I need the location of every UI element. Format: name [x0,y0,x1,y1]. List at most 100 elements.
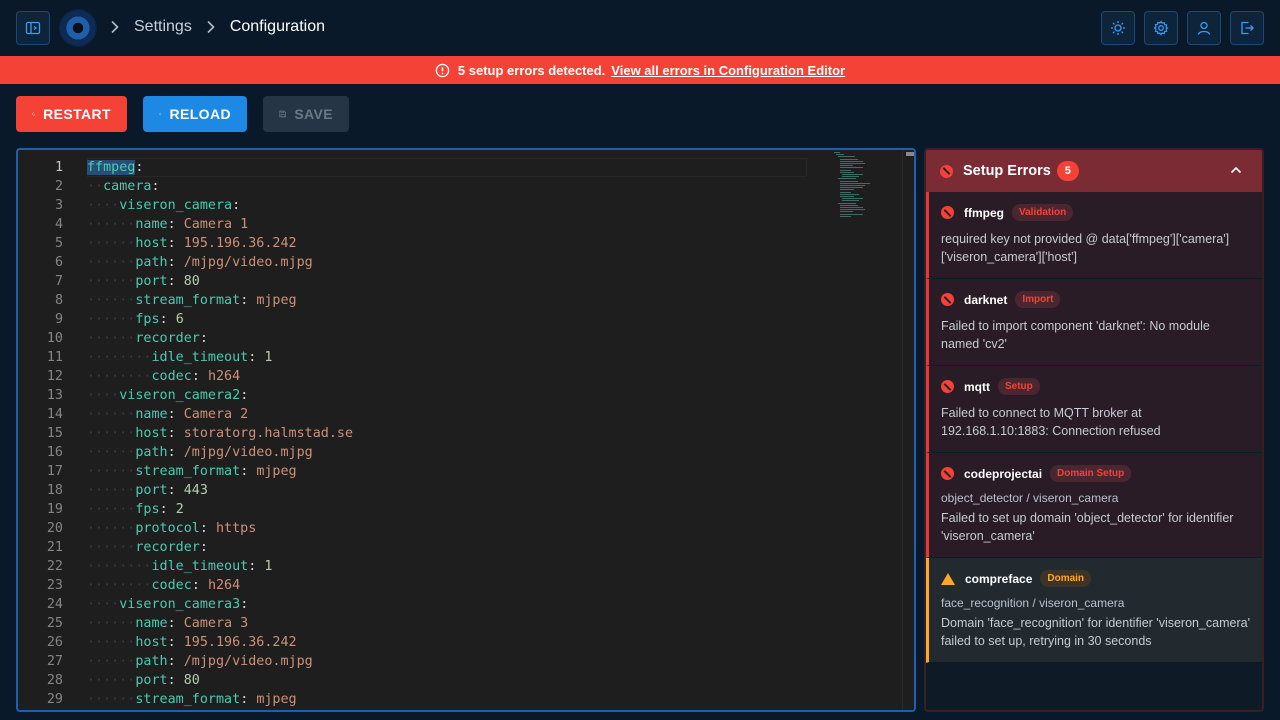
yaml-key: stream_format [135,692,241,707]
code-line[interactable]: 24 ····viseron_camera3: [18,595,902,614]
reload-button[interactable]: RELOAD [143,96,247,132]
code-line[interactable]: 22 ········idle_timeout: 1 [18,557,902,576]
code-line[interactable]: 20 ······protocol: https [18,519,902,538]
code-text: ······path: /mjpg/video.mjpg [87,253,313,272]
editor-scrollbar[interactable] [902,150,914,710]
yaml-editor[interactable]: 1 ffmpeg: 2 ··camera: 3 ····viseron_camera: 4 ·… [16,148,916,712]
code-line[interactable]: 21 ······recorder: [18,538,902,557]
error-item[interactable]: ffmpeg Validation required key not provide… [926,192,1262,279]
code-line[interactable]: 16 ······path: /mjpg/video.mjpg [18,443,902,462]
code-line[interactable]: 18 ······port: 443 [18,481,902,500]
code-line[interactable]: 15 ······host: storatorg.halmstad.se [18,424,902,443]
line-number: 25 [46,616,63,631]
scrollbar-thumb[interactable] [906,152,914,156]
indent-guide: ········ [87,578,152,593]
code-line[interactable]: 26 ······host: 195.196.36.242 [18,633,902,652]
viseron-logo[interactable] [60,10,96,46]
error-message: Domain 'face_recognition' for identifier… [941,616,1251,648]
code-text: ····viseron_camera2: [87,386,248,405]
code-line[interactable]: 1 ffmpeg: [18,158,902,177]
settings-button[interactable] [1144,11,1178,45]
code-line[interactable]: 3 ····viseron_camera: [18,196,902,215]
theme-toggle-button[interactable] [1101,11,1135,45]
code-line[interactable]: 5 ······host: 195.196.36.242 [18,234,902,253]
alert-circle-icon [435,63,450,77]
breadcrumb-settings[interactable]: Settings [134,18,192,36]
error-icon [941,380,954,393]
line-number: 17 [46,464,63,479]
logout-button[interactable] [1230,11,1264,45]
yaml-key: name [135,616,168,631]
code-line[interactable]: 23 ········codec: h264 [18,576,902,595]
yaml-colon: : [240,597,249,612]
line-number: 28 [46,673,63,688]
code-line[interactable]: 12 ········codec: h264 [18,367,902,386]
chevron-right-icon [106,20,124,34]
error-item-header: codeprojectai Domain Setup [941,465,1250,482]
yaml-colon: : [248,559,257,574]
reload-label: RELOAD [169,106,231,122]
code-text: ······name: Camera 2 [87,405,248,424]
minimap-line [842,198,863,200]
error-message: required key not provided @ data['ffmpeg… [941,232,1230,264]
code-text: ······name: Camera 1 [87,215,248,234]
indent-guide: ······ [87,445,136,460]
yaml-key: port [135,274,168,289]
indent-guide: ······ [87,255,136,270]
code-line[interactable]: 28 ······port: 80 [18,671,902,690]
line-number: 2 [54,179,63,194]
code-line[interactable]: 19 ······fps: 2 [18,500,902,519]
editor-lines[interactable]: 1 ffmpeg: 2 ··camera: 3 ····viseron_camera: 4 ·… [18,150,902,710]
menu-toggle-button[interactable] [16,11,50,45]
error-icon [941,467,954,480]
chevron-up-icon[interactable] [1230,163,1242,181]
line-number: 27 [46,654,63,669]
yaml-colon: : [167,635,176,650]
line-number: 1 [54,160,63,175]
error-type-badge: Import [1015,291,1061,308]
code-line[interactable]: 9 ······fps: 6 [18,310,902,329]
code-line[interactable]: 7 ······port: 80 [18,272,902,291]
code-line[interactable]: 10 ······recorder: [18,329,902,348]
code-line[interactable]: 25 ······name: Camera 3 [18,614,902,633]
line-number: 20 [46,521,63,536]
editor-minimap[interactable] [814,150,894,350]
user-button[interactable] [1187,11,1221,45]
code-line[interactable]: 30 ······fps: 6 [18,709,902,710]
view-errors-link[interactable]: View all errors in Configuration Editor [611,63,845,78]
yaml-colon: : [135,160,144,175]
minimap-line [840,213,864,215]
yaml-value: /mjpg/video.mjpg [183,654,313,669]
indent-guide: ······ [87,426,136,441]
save-button[interactable]: SAVE [263,96,349,132]
code-line[interactable]: 13 ····viseron_camera2: [18,386,902,405]
code-line[interactable]: 29 ······stream_format: mjpeg [18,690,902,709]
indent-guide: ······ [87,274,136,289]
code-line[interactable]: 8 ······stream_format: mjpeg [18,291,902,310]
code-line[interactable]: 27 ······path: /mjpg/video.mjpg [18,652,902,671]
line-number: 6 [54,255,63,270]
minimap-line [840,160,864,162]
code-line[interactable]: 17 ······stream_format: mjpeg [18,462,902,481]
logout-icon [1241,21,1254,35]
error-item-header: ffmpeg Validation [941,204,1250,221]
yaml-value: /mjpg/video.mjpg [183,445,313,460]
code-line[interactable]: 11 ········idle_timeout: 1 [18,348,902,367]
code-line[interactable]: 6 ······path: /mjpg/video.mjpg [18,253,902,272]
error-item[interactable]: codeprojectai Domain Setup object_detector… [926,453,1262,558]
code-line[interactable]: 2 ··camera: [18,177,902,196]
error-item[interactable]: mqtt Setup Failed to connect to MQTT broke… [926,366,1262,453]
code-line[interactable]: 14 ······name: Camera 2 [18,405,902,424]
error-message: Failed to connect to MQTT broker at 192.… [941,406,1161,438]
code-line[interactable]: 4 ······name: Camera 1 [18,215,902,234]
minimap-line [840,163,866,164]
yaml-key: fps [135,312,160,327]
yaml-key: host [135,426,168,441]
error-item[interactable]: darknet Import Failed to import component … [926,279,1262,366]
restart-button[interactable]: RESTART [16,96,127,132]
code-text: ········idle_timeout: 1 [87,557,272,576]
error-item[interactable]: compreface Domain face_recognition / viser… [926,558,1262,663]
yaml-key: idle_timeout [151,350,249,365]
setup-errors-header[interactable]: Setup Errors 5 [926,150,1262,192]
yaml-key: path [135,255,168,270]
